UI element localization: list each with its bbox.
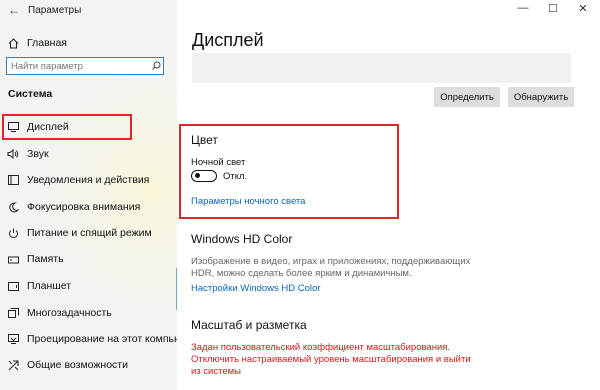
sidebar-item-label: Общие возможности xyxy=(27,359,128,371)
sidebar-item-label: Многозадачность xyxy=(27,307,112,319)
display-preview[interactable] xyxy=(192,53,571,83)
sidebar-item-label: Главная xyxy=(27,37,67,49)
page-title: Дисплей xyxy=(192,30,264,50)
hdr-settings-link[interactable]: Настройки Windows HD Color xyxy=(191,283,320,294)
night-light-label: Ночной свет xyxy=(191,157,246,168)
detect-button[interactable]: Обнаружить xyxy=(508,87,574,107)
sidebar-item-sound[interactable]: Звук xyxy=(6,147,49,161)
night-light-toggle[interactable] xyxy=(191,170,217,182)
home-icon xyxy=(6,36,20,50)
multitasking-icon xyxy=(6,306,20,320)
hdr-description-line1: Изображение в видео, играх и приложениях… xyxy=(191,256,471,267)
close-button[interactable]: ✕ xyxy=(568,2,598,15)
night-light-state: Откл. xyxy=(223,171,248,182)
sidebar-item-tablet[interactable]: Планшет xyxy=(6,279,71,293)
monitor-icon xyxy=(6,120,20,134)
scale-warning: Задан пользовательский коэффициент масшт… xyxy=(191,342,451,353)
sidebar-item-notifications[interactable]: Уведомления и действия xyxy=(6,173,149,187)
shared-experiences-icon xyxy=(6,358,20,372)
search-icon[interactable] xyxy=(149,61,163,72)
sidebar-item-focus-assist[interactable]: Фокусировка внимания xyxy=(6,200,140,214)
minimize-button[interactable]: — xyxy=(508,2,538,14)
sidebar-item-label: Память xyxy=(27,253,64,265)
toggle-knob xyxy=(195,173,200,178)
sidebar-item-display[interactable]: Дисплей xyxy=(6,120,69,134)
power-icon xyxy=(6,226,20,240)
sidebar-item-label: Питание и спящий режим xyxy=(27,227,152,239)
app-title: Параметры xyxy=(28,5,82,16)
speaker-icon xyxy=(6,147,20,161)
sidebar-item-storage[interactable]: Память xyxy=(6,252,64,266)
search-input[interactable] xyxy=(7,60,150,72)
sidebar-item-label: Фокусировка внимания xyxy=(27,201,141,213)
hdr-heading: Windows HD Color xyxy=(191,232,293,246)
scale-reset-link-line2[interactable]: из системы xyxy=(191,366,241,378)
sidebar-item-label: Звук xyxy=(27,148,49,160)
hdr-description-line2: HDR, можно сделать более ярким и динамич… xyxy=(191,268,412,279)
sidebar-item-multitasking[interactable]: Многозадачность xyxy=(6,306,112,320)
color-heading: Цвет xyxy=(191,133,218,147)
section-label: Система xyxy=(8,88,53,100)
scale-reset-link-line1[interactable]: Отключить настраиваемый уровень масштаби… xyxy=(191,354,471,366)
sidebar-item-power[interactable]: Питание и спящий режим xyxy=(6,226,152,240)
night-light-settings-link[interactable]: Параметры ночного света xyxy=(191,196,305,207)
storage-icon xyxy=(6,252,20,266)
scale-heading: Масштаб и разметка xyxy=(191,318,307,332)
search-box[interactable] xyxy=(6,57,164,75)
sidebar-item-label: Планшет xyxy=(27,280,72,292)
sidebar-item-home[interactable]: Главная xyxy=(6,36,67,50)
maximize-button[interactable]: ☐ xyxy=(538,2,568,15)
notifications-icon xyxy=(6,173,20,187)
sidebar-item-label: Уведомления и действия xyxy=(27,174,150,186)
identify-button[interactable]: Определить xyxy=(434,87,500,107)
sidebar-item-shared-experiences[interactable]: Общие возможности xyxy=(6,358,128,372)
tablet-icon xyxy=(6,279,20,293)
sidebar-item-projecting[interactable]: Проецирование на этот компьютер xyxy=(6,332,198,346)
sidebar-item-label: Проецирование на этот компьютер xyxy=(27,333,198,345)
back-arrow-icon[interactable]: ← xyxy=(6,3,22,17)
focus-assist-icon xyxy=(6,200,20,214)
sidebar-item-label: Дисплей xyxy=(27,121,69,133)
projecting-icon xyxy=(6,332,20,346)
